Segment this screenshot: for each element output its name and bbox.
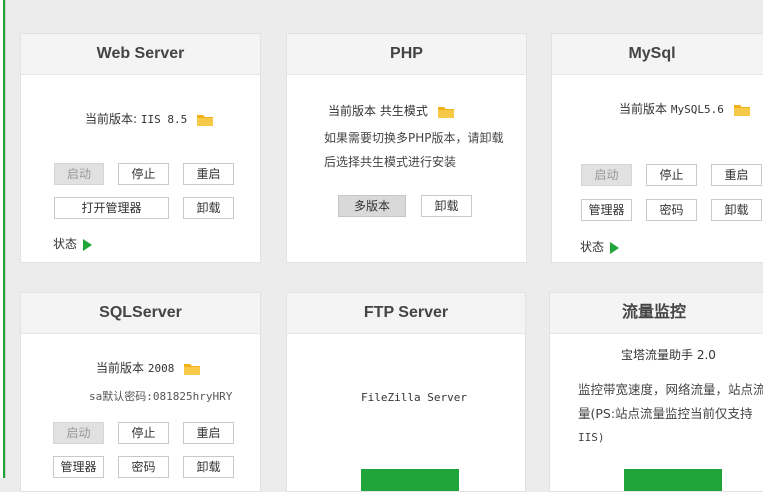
card-php: PHP 当前版本 共生模式 如果需要切换多PHP版本，请卸载 后选择共生模式进行… <box>286 33 527 263</box>
version-prefix: 当前版本: <box>85 112 138 126</box>
card-title: MySql <box>552 34 763 75</box>
uninstall-button[interactable]: 卸载 <box>183 456 234 478</box>
status-label: 状态 <box>53 237 78 251</box>
manager-button[interactable]: 管理器 <box>581 199 632 221</box>
multi-version-button[interactable]: 多版本 <box>338 195 406 217</box>
card-title: SQLServer <box>21 293 260 334</box>
version-prefix: 当前版本 <box>619 102 668 116</box>
card-mysql: MySql 当前版本 MySQL5.6 启动 停止 重启 管理器 密码 卸载 状… <box>551 33 763 263</box>
uninstall-button[interactable]: 卸载 <box>711 199 762 221</box>
restart-button[interactable]: 重启 <box>183 163 234 185</box>
stop-button[interactable]: 停止 <box>118 422 169 444</box>
folder-icon[interactable] <box>197 114 214 126</box>
stop-button[interactable]: 停止 <box>118 163 169 185</box>
ftp-software-name: FileZilla Server <box>361 391 467 404</box>
traffic-description-line3: IIS) <box>578 431 605 444</box>
card-traffic-monitor: 流量监控 宝塔流量助手 2.0 监控带宽速度，网络流量，站点流 量(PS:站点流… <box>549 292 763 492</box>
folder-icon[interactable] <box>437 106 454 118</box>
start-button[interactable]: 启动 <box>53 422 104 444</box>
status-label: 状态 <box>580 240 605 254</box>
uninstall-button[interactable]: 卸载 <box>183 197 234 219</box>
traffic-action-button[interactable] <box>624 469 722 491</box>
version-prefix: 当前版本 <box>96 361 145 375</box>
php-description-line1: 如果需要切换多PHP版本，请卸载 <box>324 131 504 145</box>
start-button[interactable]: 启动 <box>54 163 104 185</box>
version-mode: 当前版本 共生模式 <box>328 104 428 118</box>
card-title: FTP Server <box>287 293 525 334</box>
helper-name: 宝塔流量助手 2.0 <box>621 348 716 362</box>
folder-icon[interactable] <box>184 363 201 375</box>
version-line: 当前版本 共生模式 <box>328 102 454 119</box>
running-play-icon <box>610 241 620 254</box>
uninstall-button[interactable]: 卸载 <box>421 195 472 217</box>
status-indicator: 状态 <box>53 235 93 252</box>
version-line: 当前版本: IIS 8.5 <box>85 110 214 127</box>
traffic-description-line2: 量(PS:站点流量监控当前仅支持 <box>578 406 753 421</box>
start-button[interactable]: 启动 <box>581 164 632 186</box>
running-play-icon <box>83 238 93 251</box>
card-ftp-server: FTP Server FileZilla Server <box>286 292 526 492</box>
version-line: 当前版本 MySQL5.6 <box>619 100 750 117</box>
card-title: Web Server <box>21 34 260 75</box>
stop-button[interactable]: 停止 <box>646 164 697 186</box>
ftp-action-button[interactable] <box>361 469 459 491</box>
card-title: PHP <box>287 34 526 75</box>
php-description-line2: 后选择共生模式进行安装 <box>324 155 457 169</box>
traffic-description-line1: 监控带宽速度，网络流量，站点流 <box>578 382 763 397</box>
folder-icon[interactable] <box>733 104 750 116</box>
traffic-helper-version: 宝塔流量助手 2.0 <box>621 346 716 363</box>
card-web-server: Web Server 当前版本: IIS 8.5 启动 停止 重启 打开管理器 … <box>20 33 261 263</box>
accent-line <box>3 0 5 478</box>
password-button[interactable]: 密码 <box>646 199 697 221</box>
card-title: 流量监控 <box>550 293 763 334</box>
version-value: IIS 8.5 <box>140 113 188 126</box>
restart-button[interactable]: 重启 <box>711 164 762 186</box>
sa-default-password: sa默认密码:081825hryHRY <box>89 390 233 403</box>
open-manager-button[interactable]: 打开管理器 <box>54 197 169 219</box>
restart-button[interactable]: 重启 <box>183 422 234 444</box>
password-button[interactable]: 密码 <box>118 456 169 478</box>
version-value: MySQL5.6 <box>670 103 724 116</box>
card-sqlserver: SQLServer 当前版本 2008 sa默认密码:081825hryHRY … <box>20 292 261 492</box>
manager-button[interactable]: 管理器 <box>53 456 104 478</box>
status-indicator: 状态 <box>580 238 620 255</box>
version-line: 当前版本 2008 <box>96 359 201 376</box>
version-value: 2008 <box>147 362 175 375</box>
